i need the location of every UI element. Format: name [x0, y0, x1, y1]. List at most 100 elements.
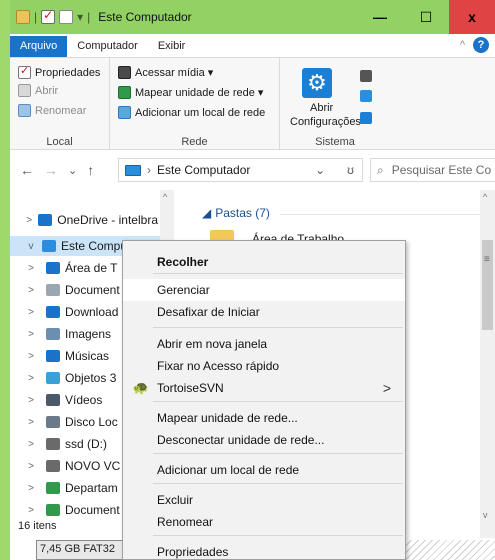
back-button[interactable]: ←: [20, 162, 34, 178]
menu-separator: [153, 401, 403, 402]
context-menu-item[interactable]: Renomear: [123, 511, 405, 533]
context-menu-item[interactable]: Desconectar unidade de rede...: [123, 429, 405, 451]
open-icon: [18, 84, 31, 97]
add-network-location-button[interactable]: Adicionar um local de rede: [118, 106, 265, 119]
manage-icon[interactable]: [360, 90, 372, 102]
folder-icon: [16, 10, 30, 24]
context-menu-item[interactable]: 🐢 TortoiseSVN >: [123, 377, 405, 399]
expanded-arrow-icon[interactable]: v: [24, 241, 38, 252]
properties-quick-icon[interactable]: [41, 8, 56, 24]
expand-arrow-icon[interactable]: >: [24, 461, 38, 472]
group-label-system: Sistema: [315, 136, 355, 148]
help-icon[interactable]: ?: [473, 37, 489, 53]
network-drive-icon: [118, 86, 131, 99]
sidebar-item-icon: [46, 394, 60, 406]
open-button[interactable]: Abrir: [18, 84, 58, 97]
sidebar-item-icon: [46, 438, 60, 450]
content-scroll-down-icon[interactable]: v: [483, 510, 488, 520]
refresh-icon[interactable]: ʊ: [347, 163, 354, 177]
menu-separator: [153, 273, 403, 274]
expand-arrow-icon[interactable]: >: [24, 395, 38, 406]
expand-arrow-icon[interactable]: >: [24, 351, 38, 362]
search-placeholder: Pesquisar Este Co: [391, 163, 492, 177]
rename-icon: [18, 104, 31, 117]
quick-access-toolbar: | ▾ |: [10, 8, 90, 24]
sidebar-item-0[interactable]: > OneDrive - intelbra: [10, 210, 158, 230]
rename-label: Renomear: [35, 104, 87, 117]
address-separator[interactable]: ›: [147, 163, 151, 177]
access-media-button[interactable]: Acessar mídia ▾: [118, 66, 213, 79]
tab-view[interactable]: Exibir: [148, 36, 196, 57]
background-hatch: [405, 540, 495, 560]
sidebar-item-icon: [42, 240, 56, 252]
sidebar-item-label: Vídeos: [65, 393, 103, 407]
uninstall-icon[interactable]: [360, 112, 372, 124]
nav-scroll-up-icon[interactable]: ^: [163, 192, 167, 202]
customize-quick-access-icon[interactable]: ▾: [77, 10, 83, 24]
address-bar[interactable]: › Este Computador ⌄ ʊ: [118, 158, 363, 182]
context-menu-item[interactable]: Desafixar de Iniciar: [123, 301, 405, 323]
context-menu-item[interactable]: Abrir em nova janela: [123, 333, 405, 355]
sidebar-item-icon: [46, 350, 60, 362]
context-menu-item[interactable]: Fixar no Acesso rápido: [123, 355, 405, 377]
sidebar-item-icon: [46, 372, 60, 384]
map-drive-label: Mapear unidade de rede ▾: [135, 87, 264, 99]
expand-arrow-icon[interactable]: >: [24, 505, 38, 516]
ribbon-tabs: Arquivo Computador Exibir ^ ?: [10, 34, 495, 58]
properties-button[interactable]: Propriedades: [18, 64, 100, 79]
context-menu-item[interactable]: Adicionar um local de rede: [123, 459, 405, 481]
group-collapse-icon[interactable]: ◢: [202, 206, 211, 220]
context-menu-item[interactable]: Excluir: [123, 489, 405, 511]
expand-arrow-icon[interactable]: >: [24, 483, 38, 494]
search-box[interactable]: ⌕ Pesquisar Este Co: [370, 158, 495, 182]
expand-arrow-icon[interactable]: >: [24, 307, 38, 318]
sidebar-item-label: Departam: [65, 481, 118, 495]
address-dropdown-icon[interactable]: ⌄: [315, 163, 325, 177]
forward-button[interactable]: →: [44, 162, 58, 178]
sidebar-item-label: Objetos 3: [65, 371, 117, 385]
expand-arrow-icon[interactable]: >: [24, 439, 38, 450]
item-count: 16 itens: [18, 520, 57, 532]
up-button[interactable]: ↑: [87, 162, 94, 178]
group-label-network: Rede: [181, 136, 208, 148]
context-menu-item[interactable]: Recolher: [123, 251, 405, 273]
context-menu-item[interactable]: Propriedades: [123, 541, 405, 560]
context-menu-item[interactable]: Gerenciar: [123, 279, 405, 301]
new-folder-quick-icon[interactable]: [59, 10, 74, 24]
access-media-label: Acessar mídia ▾: [135, 67, 214, 79]
content-scroll-up-icon[interactable]: ^: [483, 192, 487, 202]
map-drive-button[interactable]: Mapear unidade de rede ▾: [118, 86, 263, 99]
recent-locations-button[interactable]: ⌄: [68, 164, 77, 177]
context-menu-label: Propriedades: [157, 545, 229, 559]
context-menu-label: Fixar no Acesso rápido: [157, 359, 280, 373]
content-scrollbar[interactable]: ^ ≡ v: [480, 190, 495, 538]
close-button[interactable]: x: [449, 0, 495, 34]
properties-icon: [18, 64, 31, 79]
expand-arrow-icon[interactable]: >: [24, 285, 38, 296]
context-menu-label: Desafixar de Iniciar: [157, 305, 260, 319]
minimize-button[interactable]: —: [357, 0, 403, 34]
folders-group-header[interactable]: ◢ Pastas (7): [202, 206, 270, 220]
settings-gear-icon[interactable]: ⚙: [302, 68, 332, 98]
expand-arrow-icon[interactable]: >: [24, 373, 38, 384]
open-settings-label-2[interactable]: Configurações: [290, 116, 361, 128]
system-properties-icon[interactable]: [360, 70, 372, 82]
rename-button[interactable]: Renomear: [18, 104, 86, 117]
folders-group-label: Pastas (7): [215, 206, 270, 220]
expand-arrow-icon[interactable]: >: [24, 417, 38, 428]
title-bar[interactable]: | ▾ | Este Computador — ☐ x: [10, 0, 495, 34]
group-label-local: Local: [46, 136, 73, 148]
collapse-ribbon-icon[interactable]: ^: [460, 39, 465, 51]
maximize-button[interactable]: ☐: [403, 0, 449, 34]
context-menu-item[interactable]: Mapear unidade de rede...: [123, 407, 405, 429]
open-settings-label-1[interactable]: Abrir: [310, 102, 333, 114]
menu-separator: [153, 327, 403, 328]
expand-arrow-icon[interactable]: >: [24, 329, 38, 340]
sidebar-item-icon: [46, 306, 60, 318]
tab-file[interactable]: Arquivo: [10, 36, 68, 57]
tab-computer[interactable]: Computador: [67, 36, 148, 57]
expand-arrow-icon[interactable]: >: [24, 263, 38, 274]
context-menu-label: Excluir: [157, 493, 194, 507]
submenu-arrow-icon: >: [382, 380, 391, 396]
expand-arrow-icon[interactable]: >: [24, 215, 34, 226]
